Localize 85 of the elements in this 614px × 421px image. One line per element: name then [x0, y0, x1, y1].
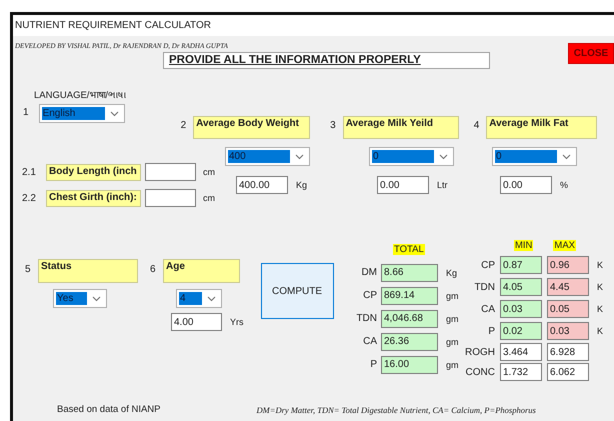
input-field[interactable]: 0.00: [500, 176, 552, 194]
field-label: Age: [163, 259, 240, 283]
input-field[interactable]: 0.96: [547, 256, 589, 274]
input-field[interactable]: 0.03: [547, 322, 589, 340]
unit-label: Yrs: [230, 317, 244, 327]
step-number: 5: [25, 264, 32, 275]
step-number: 2: [180, 120, 186, 131]
field-label: Chest Girth (inch):: [46, 190, 141, 206]
unit-label: K: [597, 260, 604, 270]
input-field[interactable]: 0.05: [547, 300, 589, 318]
nutrient-label: ROGH: [465, 346, 495, 358]
field-label: Status: [38, 259, 138, 283]
abbreviation-legend: DM=Dry Matter, TDN= Total Digestable Nutrient, CA= Calcium, P=Phosphorus: [256, 404, 536, 414]
input-field[interactable]: 0.87: [500, 256, 542, 274]
unit-label: Kg: [296, 180, 308, 190]
dropdown[interactable]: Yes: [53, 289, 107, 308]
chevron-down-icon: [295, 154, 304, 160]
chevron-down-icon: [562, 154, 571, 160]
unit-label: gm: [446, 314, 459, 324]
language-label: LANGUAGE/भाषा/ભાષા: [34, 89, 128, 101]
input-field[interactable]: 6.928: [547, 343, 589, 361]
dropdown[interactable]: 0: [492, 147, 577, 166]
unit-label: K: [597, 304, 604, 314]
unit-label: cm: [203, 193, 215, 203]
nutrient-label: CA: [480, 304, 495, 314]
unit-label: %: [560, 180, 568, 190]
step-number: 6: [150, 264, 157, 275]
chevron-down-icon: [92, 296, 101, 302]
window-title: NUTRIENT REQUIREMENT CALCULATOR: [15, 20, 211, 31]
column-heading: MAX: [553, 240, 576, 251]
input-field[interactable]: 0.00: [377, 176, 429, 194]
nutrient-label: CP: [362, 290, 377, 301]
step-number: 2.1: [22, 166, 37, 178]
unit-label: Ltr: [437, 180, 448, 190]
field-label: Average Body Weight: [193, 116, 310, 139]
input-field[interactable]: 0.02: [500, 322, 542, 340]
step-number: 3: [330, 120, 336, 131]
dropdown[interactable]: English: [38, 104, 125, 123]
input-field[interactable]: 1.732: [500, 363, 542, 381]
dropdown[interactable]: 400: [225, 147, 310, 166]
input-field[interactable]: 3.464: [500, 343, 542, 361]
nutrient-label: TDN: [355, 313, 377, 324]
compute-button[interactable]: COMPUTE: [260, 263, 334, 319]
unit-label: K: [597, 326, 604, 336]
step-number: 2.2: [22, 192, 37, 204]
unit-label: gm: [446, 290, 459, 300]
input-field[interactable]: 4,046.68: [381, 310, 438, 328]
nutrient-label: TDN: [473, 282, 495, 292]
input-field[interactable]: 4.05: [500, 278, 542, 296]
input-field[interactable]: 0.03: [500, 300, 542, 318]
nutrient-label: P: [487, 326, 495, 336]
column-heading: TOTAL: [393, 244, 425, 255]
source-note: Based on data of NIANP: [57, 404, 161, 415]
field-label: Average Milk Yeild: [342, 116, 459, 139]
input-field[interactable]: [145, 189, 196, 207]
instruction-banner: PROVIDE ALL THE INFORMATION PROPERLY: [163, 52, 490, 69]
input-field[interactable]: 400.00: [236, 176, 288, 194]
unit-label: cm: [203, 167, 215, 177]
nutrient-label: DM: [360, 267, 377, 278]
chevron-down-icon: [207, 296, 216, 302]
unit-label: Kg: [446, 268, 458, 278]
dropdown[interactable]: 0: [369, 147, 454, 166]
input-field[interactable]: 869.14: [381, 286, 438, 304]
chevron-down-icon: [110, 110, 119, 116]
nutrient-label: P: [369, 359, 377, 370]
step-number: 1: [23, 107, 29, 118]
unit-label: gm: [446, 336, 459, 346]
nutrient-label: CP: [480, 260, 495, 270]
input-field[interactable]: 6.062: [547, 363, 589, 381]
input-field[interactable]: 4.00: [171, 313, 222, 331]
input-field[interactable]: 16.00: [381, 356, 438, 374]
column-heading: MIN: [514, 240, 534, 251]
input-field[interactable]: [145, 163, 196, 181]
nutrient-label: CONC: [465, 366, 495, 378]
input-field[interactable]: 8.66: [381, 264, 438, 282]
nutrient-label: CA: [362, 336, 377, 347]
unit-label: K: [597, 282, 604, 292]
field-label: Average Milk Fat: [486, 116, 598, 139]
field-label: Body Length (inch: [46, 164, 141, 180]
dropdown[interactable]: 4: [176, 289, 222, 308]
step-number: 4: [474, 120, 480, 131]
unit-label: gm: [446, 360, 459, 370]
input-field[interactable]: 4.45: [547, 278, 589, 296]
input-field[interactable]: 26.36: [381, 332, 438, 350]
chevron-down-icon: [439, 154, 448, 160]
